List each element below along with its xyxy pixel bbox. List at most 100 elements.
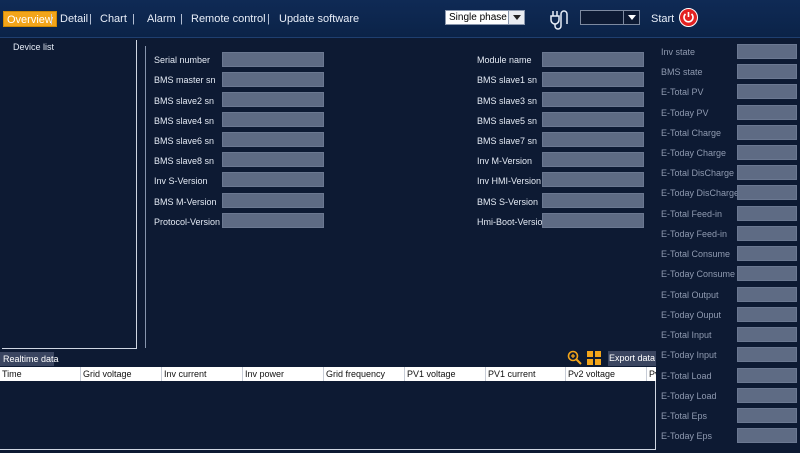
bms-slave3-sn-field xyxy=(542,92,644,107)
column-header-inv-current[interactable]: Inv current xyxy=(161,367,242,381)
bms-slave8-sn-field xyxy=(222,152,324,167)
tab-chart[interactable]: Chart xyxy=(100,11,127,27)
e-total-input-field xyxy=(737,327,797,342)
e-total-consume-label: E-Total Consume xyxy=(661,249,731,259)
bms-m-version-field xyxy=(222,193,324,208)
bms-state-field xyxy=(737,64,797,79)
bms-slave6-sn-label: BMS slave6 sn xyxy=(154,136,215,146)
e-total-load-field xyxy=(737,368,797,383)
bms-state-label: BMS state xyxy=(661,67,703,77)
tab-separator: | xyxy=(132,13,135,25)
e-today-eps-label: E-Today Eps xyxy=(661,431,713,441)
e-total-feed-in-field xyxy=(737,206,797,221)
power-icon xyxy=(683,12,694,23)
e-total-eps-label: E-Total Eps xyxy=(661,411,708,421)
inv-s-version-label: Inv S-Version xyxy=(154,176,208,186)
e-today-discharge-field xyxy=(737,185,797,200)
e-today-output-field xyxy=(737,307,797,322)
e-today-load-label: E-Today Load xyxy=(661,391,717,401)
column-header-grid-voltage[interactable]: Grid voltage xyxy=(80,367,161,381)
e-today-input-field xyxy=(737,347,797,362)
inv-s-version-field xyxy=(222,172,324,187)
tab-update-software[interactable]: Update software xyxy=(279,11,359,27)
layout-grid-icon[interactable] xyxy=(586,350,602,366)
e-total-feed-in-label: E-Total Feed-in xyxy=(661,209,723,219)
e-total-output-label: E-Total Output xyxy=(661,290,719,300)
start-label: Start xyxy=(651,13,675,25)
bms-slave1-sn-label: BMS slave1 sn xyxy=(477,75,538,85)
tab-separator: | xyxy=(267,13,270,25)
tab-detail[interactable]: Detail xyxy=(60,11,88,27)
bms-slave8-sn-label: BMS slave8 sn xyxy=(154,156,215,166)
column-header-time[interactable]: Time xyxy=(0,367,80,381)
e-today-pv-field xyxy=(737,105,797,120)
inv-hmi-version-field xyxy=(542,172,644,187)
hmi-boot-version-label: Hmi-Boot-Version xyxy=(477,217,548,227)
e-today-feed-in-label: E-Today Feed-in xyxy=(661,229,728,239)
export-data-button[interactable]: Export data xyxy=(608,351,656,366)
device-list-panel[interactable]: Device list xyxy=(2,40,137,349)
serial-number-field xyxy=(222,52,324,67)
bms-slave4-sn-label: BMS slave4 sn xyxy=(154,116,215,126)
serial-number-label: Serial number xyxy=(154,55,211,65)
phase-select[interactable]: Single phase xyxy=(445,10,525,25)
tab-separator: | xyxy=(50,13,53,25)
e-today-eps-field xyxy=(737,428,797,443)
bms-slave7-sn-field xyxy=(542,132,644,147)
e-total-load-label: E-Total Load xyxy=(661,371,712,381)
phase-select-value: Single phase xyxy=(449,12,507,23)
protocol-version-field xyxy=(222,213,324,228)
tab-separator: | xyxy=(89,13,92,25)
e-total-discharge-field xyxy=(737,165,797,180)
chevron-down-icon xyxy=(508,11,524,24)
power-button[interactable] xyxy=(679,8,698,27)
e-today-input-label: E-Today Input xyxy=(661,350,717,360)
column-header-pv2-voltage[interactable]: Pv2 voltage xyxy=(565,367,646,381)
inv-state-field xyxy=(737,44,797,59)
module-name-label: Module name xyxy=(477,55,532,65)
tab-remote-control[interactable]: Remote control xyxy=(191,11,266,27)
e-today-feed-in-field xyxy=(737,226,797,241)
zoom-in-icon[interactable] xyxy=(567,350,582,365)
column-header-pv1-voltage[interactable]: PV1 voltage xyxy=(404,367,485,381)
realtime-table-body[interactable] xyxy=(0,381,656,450)
bms-slave7-sn-label: BMS slave7 sn xyxy=(477,136,538,146)
e-today-pv-label: E-Today PV xyxy=(661,108,709,118)
e-today-consume-field xyxy=(737,266,797,281)
e-today-load-field xyxy=(737,388,797,403)
e-total-eps-field xyxy=(737,408,797,423)
e-today-charge-field xyxy=(737,145,797,160)
column-header-pv1-current[interactable]: PV1 current xyxy=(485,367,565,381)
e-today-output-label: E-Today Ouput xyxy=(661,310,722,320)
port-select[interactable] xyxy=(580,10,640,25)
bms-slave5-sn-field xyxy=(542,112,644,127)
column-header-inv-power[interactable]: Inv power xyxy=(242,367,323,381)
e-total-pv-label: E-Total PV xyxy=(661,87,704,97)
panel-divider xyxy=(145,46,146,348)
inv-m-version-label: Inv M-Version xyxy=(477,156,533,166)
bms-slave6-sn-field xyxy=(222,132,324,147)
e-total-discharge-label: E-Total DisCharge xyxy=(661,168,735,178)
chevron-down-icon xyxy=(623,11,639,24)
realtime-table-header: Time Grid voltage Inv current Inv power … xyxy=(0,367,656,381)
e-total-consume-field xyxy=(737,246,797,261)
e-total-charge-field xyxy=(737,125,797,140)
device-list-title: Device list xyxy=(13,42,55,52)
e-today-discharge-label: E-Today DisCharge xyxy=(661,188,740,198)
top-bar: Overview | Detail | Chart | Alarm | Remo… xyxy=(0,0,800,38)
e-today-consume-label: E-Today Consume xyxy=(661,269,736,279)
e-today-charge-label: E-Today Charge xyxy=(661,148,727,158)
bms-s-version-field xyxy=(542,193,644,208)
bms-slave5-sn-label: BMS slave5 sn xyxy=(477,116,538,126)
tab-overview[interactable]: Overview xyxy=(3,11,57,27)
tab-alarm[interactable]: Alarm xyxy=(147,11,176,27)
usb-plug-icon[interactable] xyxy=(548,8,570,30)
bms-s-version-label: BMS S-Version xyxy=(477,197,539,207)
column-header-pv-truncated[interactable]: Pv xyxy=(646,367,656,381)
bms-m-version-label: BMS M-Version xyxy=(154,197,217,207)
column-header-grid-frequency[interactable]: Grid frequency xyxy=(323,367,404,381)
protocol-version-label: Protocol-Version xyxy=(154,217,221,227)
bms-slave2-sn-field xyxy=(222,92,324,107)
hmi-boot-version-field xyxy=(542,213,644,228)
realtime-data-tab[interactable]: Realtime data xyxy=(0,352,59,366)
